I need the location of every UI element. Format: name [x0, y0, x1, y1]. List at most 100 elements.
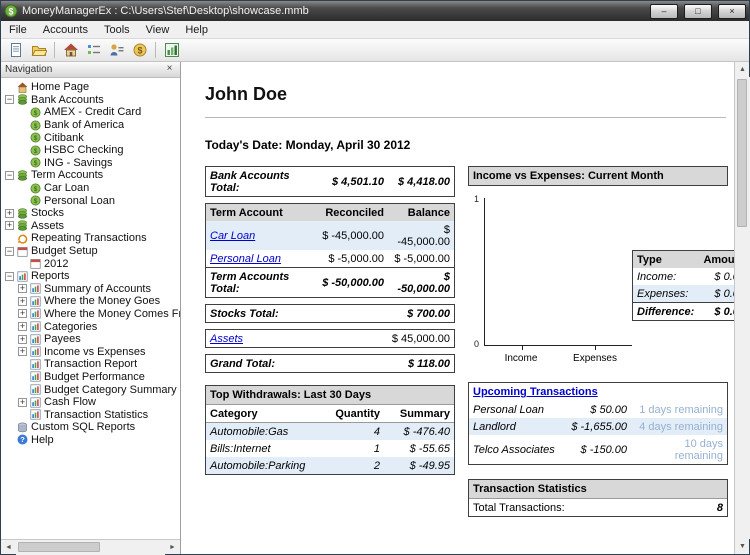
- tree-item-custom-sql-reports[interactable]: Custom SQL Reports: [5, 421, 180, 434]
- scroll-right-icon[interactable]: ►: [165, 540, 180, 555]
- upcoming-transaction-row: Landlord$ -1,655.004 days remaining: [469, 418, 727, 435]
- tree-item-label: Custom SQL Reports: [31, 421, 135, 433]
- new-database-button[interactable]: [4, 40, 27, 61]
- difference-label: Difference:: [633, 303, 699, 321]
- column-header: Type: [633, 251, 699, 268]
- upcoming-transaction-row: Telco Associates$ -150.0010 days remaini…: [469, 435, 727, 464]
- column-header: Amount: [699, 251, 734, 268]
- menu-accounts[interactable]: Accounts: [35, 22, 96, 38]
- open-database-button[interactable]: [27, 40, 50, 61]
- main-vscroll-track[interactable]: [735, 77, 750, 539]
- scroll-up-icon[interactable]: ▲: [735, 62, 750, 77]
- tree-item-transaction-report[interactable]: Transaction Report: [5, 358, 180, 371]
- tree-item-car-loan[interactable]: $Car Loan: [5, 182, 180, 195]
- tree-expander-icon[interactable]: +: [18, 297, 27, 306]
- menubar: FileAccountsToolsViewHelp: [1, 21, 749, 39]
- svg-text:$: $: [34, 160, 38, 167]
- home-page-button[interactable]: [59, 40, 82, 61]
- tree-item-citibank[interactable]: $Citibank: [5, 131, 180, 144]
- tree-item-label: Stocks: [31, 207, 64, 219]
- bank-accounts-total-table: Bank Accounts Total: $ 4,501.10 $ 4,418.…: [206, 167, 454, 196]
- grand-total-table: Grand Total: $ 118.00: [206, 355, 454, 372]
- minimize-button[interactable]: –: [650, 4, 678, 19]
- upcoming-amount: $ -150.00: [565, 435, 631, 464]
- organize-currency-button[interactable]: $: [128, 40, 151, 61]
- tree-item-repeating-transactions[interactable]: Repeating Transactions: [5, 232, 180, 245]
- menu-view[interactable]: View: [138, 22, 178, 38]
- tree-item-label: Home Page: [31, 81, 89, 93]
- tree-item-label: Where the Money Goes: [44, 295, 160, 307]
- tree-item-home-page[interactable]: Home Page: [5, 81, 180, 94]
- difference-value: $ 0.00: [699, 303, 734, 321]
- assets-link[interactable]: Assets: [210, 333, 243, 345]
- tree-item-label: Reports: [31, 270, 70, 282]
- nav-horizontal-scrollbar[interactable]: ◄ ►: [1, 539, 180, 554]
- tree-item-stocks[interactable]: + Stocks: [5, 207, 180, 220]
- nav-hscroll-thumb[interactable]: [18, 542, 100, 552]
- tree-item-income-vs-expenses[interactable]: +Income vs Expenses: [5, 345, 180, 358]
- tree-item-where-the-money-goes[interactable]: + Where the Money Goes: [5, 295, 180, 308]
- tree-item-term-accounts[interactable]: − Term Accounts: [5, 169, 180, 182]
- y-axis-tick-label: 0: [474, 339, 479, 349]
- tree-expander-icon[interactable]: −: [5, 95, 14, 104]
- general-reports-button[interactable]: [160, 40, 183, 61]
- svg-text:$: $: [34, 186, 38, 193]
- tree-item-label: Categories: [44, 321, 97, 333]
- term-account-link[interactable]: Personal Loan: [210, 253, 281, 265]
- tree-item-ing-savings[interactable]: $ING - Savings: [5, 157, 180, 170]
- term-account-link[interactable]: Car Loan: [210, 230, 255, 242]
- tree-item-budget-category-summary[interactable]: Budget Category Summary: [5, 383, 180, 396]
- tree-item-budget-setup[interactable]: −Budget Setup: [5, 245, 180, 258]
- assets-cell: Assets: [206, 330, 301, 347]
- organize-categories-button[interactable]: [82, 40, 105, 61]
- tree-item-hsbc-checking[interactable]: $HSBC Checking: [5, 144, 180, 157]
- tree-item-reports[interactable]: − Reports: [5, 270, 180, 283]
- tree-expander-icon[interactable]: +: [18, 309, 27, 318]
- tree-item-payees[interactable]: +Payees: [5, 333, 180, 346]
- tree-expander-icon[interactable]: +: [18, 284, 27, 293]
- column-header: Quantity: [328, 405, 384, 423]
- menu-help[interactable]: Help: [177, 22, 216, 38]
- tree-item-transaction-statistics[interactable]: Transaction Statistics: [5, 408, 180, 421]
- scroll-down-icon[interactable]: ▼: [735, 539, 750, 554]
- tree-expander-icon[interactable]: −: [5, 272, 14, 281]
- main-vscroll-thumb[interactable]: [737, 79, 747, 227]
- nav-hscroll-track[interactable]: [16, 540, 165, 555]
- tree-item-help[interactable]: ?Help: [5, 434, 180, 447]
- upcoming-transactions-link[interactable]: Upcoming Transactions: [473, 386, 598, 398]
- tree-expander-icon[interactable]: −: [5, 247, 14, 256]
- tree-item-label: Term Accounts: [31, 169, 103, 181]
- scroll-left-icon[interactable]: ◄: [1, 540, 16, 555]
- tree-expander-icon[interactable]: +: [5, 221, 14, 230]
- menu-file[interactable]: File: [1, 22, 35, 38]
- tree-expander-icon[interactable]: +: [18, 347, 27, 356]
- term-reconciled-value: $ -45,000.00: [318, 221, 388, 250]
- tree-item-categories[interactable]: + Categories: [5, 320, 180, 333]
- tree-expander-icon[interactable]: +: [5, 209, 14, 218]
- tree-item-bank-of-america[interactable]: $Bank of America: [5, 119, 180, 132]
- main-vertical-scrollbar[interactable]: ▲ ▼: [734, 62, 749, 554]
- tree-expander-icon[interactable]: +: [18, 398, 27, 407]
- menu-tools[interactable]: Tools: [96, 22, 138, 38]
- tree-item-personal-loan[interactable]: $Personal Loan: [5, 194, 180, 207]
- tree-item-cash-flow[interactable]: +Cash Flow: [5, 396, 180, 409]
- total-transactions-value: 8: [695, 499, 727, 516]
- panel-close-icon[interactable]: ×: [163, 63, 176, 76]
- tree-item-budget-performance[interactable]: Budget Performance: [5, 371, 180, 384]
- term-account-row: Personal Loan$ -5,000.00$ -5,000.00: [206, 250, 454, 268]
- tree-item-summary-of-accounts[interactable]: +Summary of Accounts: [5, 283, 180, 296]
- tree-expander-icon[interactable]: +: [18, 322, 27, 331]
- tree-item-bank-accounts[interactable]: −Bank Accounts: [5, 94, 180, 107]
- tree-expander-icon[interactable]: +: [18, 335, 27, 344]
- maximize-button[interactable]: □: [684, 4, 712, 19]
- tree-item-2012[interactable]: 2012: [5, 257, 180, 270]
- report-columns: Bank Accounts Total: $ 4,501.10 $ 4,418.…: [205, 166, 728, 523]
- tree-item-where-the-money-comes-from[interactable]: +Where the Money Comes From: [5, 308, 180, 321]
- titlebar: $ MoneyManagerEx : C:\Users\Stef\Desktop…: [1, 1, 749, 21]
- tree-item-amex-credit-card[interactable]: $AMEX - Credit Card: [5, 106, 180, 119]
- tree-expander-icon[interactable]: −: [5, 171, 14, 180]
- app-icon: $: [4, 4, 18, 18]
- tree-item-assets[interactable]: +Assets: [5, 220, 180, 233]
- organize-payees-button[interactable]: [105, 40, 128, 61]
- close-button[interactable]: ×: [718, 4, 746, 19]
